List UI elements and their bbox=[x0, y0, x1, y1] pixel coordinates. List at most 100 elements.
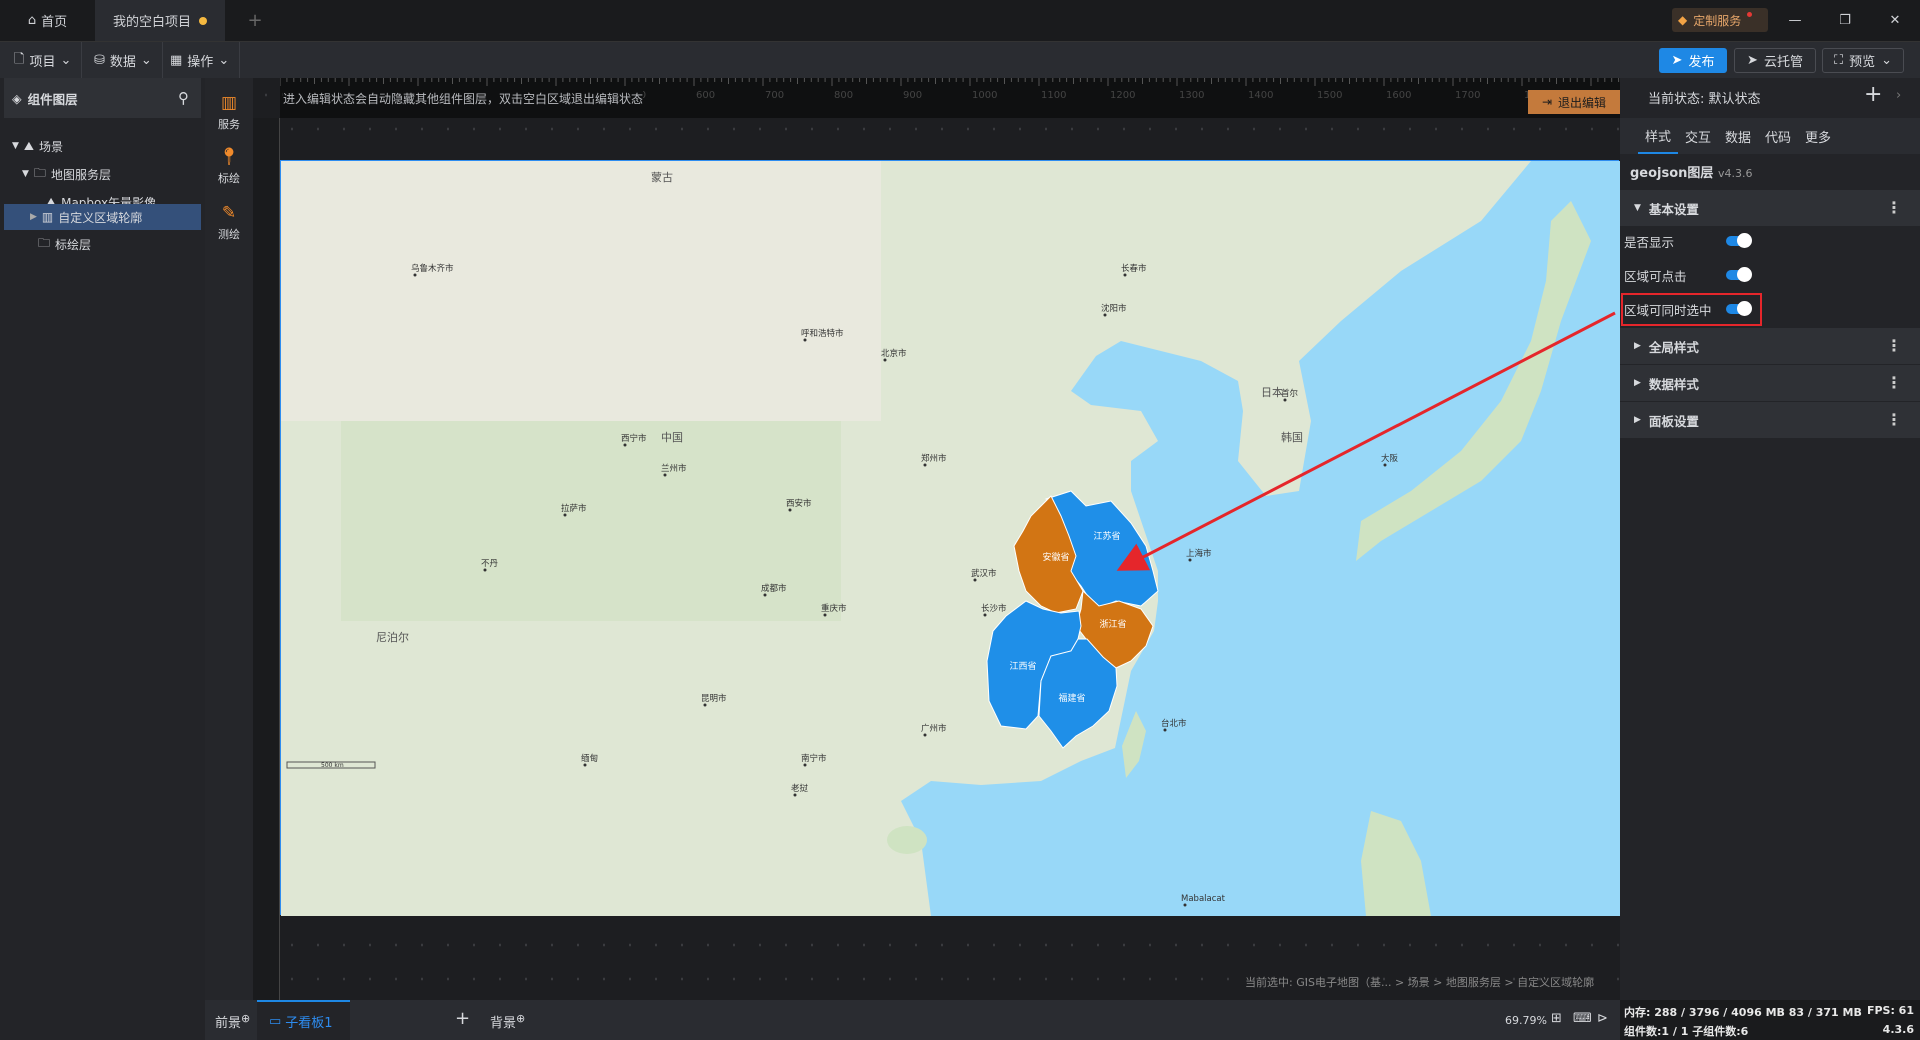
background-tab[interactable]: 背景⊕ bbox=[490, 1012, 525, 1031]
place-label: 南宁市 bbox=[801, 753, 827, 764]
more-icon[interactable]: ⋮ bbox=[1886, 375, 1902, 391]
layers-icon: ◈ bbox=[12, 90, 22, 106]
place-label: 昆明市 bbox=[701, 693, 727, 704]
project-menu[interactable]: 🗋 项目 ⌄ bbox=[4, 42, 83, 79]
place-label: 成都市 bbox=[761, 583, 787, 594]
place-label: 蒙古 bbox=[651, 171, 673, 184]
custom-service-button[interactable]: ◆ 定制服务 bbox=[1672, 8, 1768, 32]
ruler-label: 1100 bbox=[1041, 90, 1066, 101]
city-dot bbox=[563, 513, 567, 517]
tab-interaction[interactable]: 交互 bbox=[1678, 118, 1718, 154]
ruler-label: 1200 bbox=[1110, 90, 1135, 101]
tree-item-plot-layer[interactable]: 🗀 标绘层 bbox=[4, 230, 204, 258]
ruler-label: 800 bbox=[834, 90, 853, 101]
chevron-right-icon[interactable]: › bbox=[1896, 88, 1901, 103]
ruler-label: 1000 bbox=[972, 90, 997, 101]
close-button[interactable]: ✕ bbox=[1880, 0, 1910, 41]
toggle-row-clickable: 区域可点击 bbox=[1624, 260, 1752, 290]
city-dot bbox=[663, 473, 667, 477]
diamond-icon: ◆ bbox=[1678, 13, 1688, 27]
tab-data[interactable]: 数据 bbox=[1718, 118, 1758, 154]
edit-hint-text: 进入编辑状态会自动隐藏其他组件图层，双击空白区域退出编辑状态 bbox=[283, 90, 644, 107]
data-menu[interactable]: ⛁ 数据 ⌄ bbox=[84, 42, 163, 79]
more-icon[interactable]: ⋮ bbox=[1886, 412, 1902, 428]
file-icon: 🗋 bbox=[14, 51, 25, 67]
section-basic-settings[interactable]: ▼ 基本设置 ⋮ bbox=[1620, 190, 1920, 226]
measure-button[interactable]: ✎ 测绘 bbox=[205, 194, 253, 250]
caret-right-icon: ▶ bbox=[1634, 341, 1641, 351]
map-view[interactable]: 江苏省 安徽省 浙江省 江西省 福建省 蒙古 中国 日本 韩国 尼泊尔 北京市 西安市 武汉市 上海市 台北… bbox=[280, 160, 1620, 916]
add-circle-icon[interactable]: ⊕ bbox=[241, 1012, 250, 1025]
tree-item-map-service-layer[interactable]: ▼ 🗀 地图服务层 bbox=[4, 160, 204, 188]
fit-screen-icon[interactable]: ⊞ bbox=[1551, 1011, 1562, 1026]
place-label: 武汉市 bbox=[971, 568, 997, 579]
terminal-icon[interactable]: ⊳ bbox=[1597, 1011, 1608, 1026]
minimize-button[interactable]: — bbox=[1780, 0, 1810, 41]
editor-canvas[interactable]: 0100200300400500600700800900100011001200… bbox=[253, 78, 1620, 1000]
city-dot bbox=[973, 578, 977, 582]
map-icon: ▥ bbox=[41, 210, 54, 224]
clickable-toggle[interactable] bbox=[1726, 267, 1752, 282]
map-pin-icon: 📍︎ bbox=[218, 146, 240, 167]
ruler-label: 1500 bbox=[1317, 90, 1342, 101]
tab-project[interactable]: 我的空白项目 bbox=[95, 0, 225, 41]
add-tab-button[interactable]: + bbox=[235, 0, 275, 41]
component-title: geojson图层 v4.3.6 bbox=[1630, 166, 1753, 181]
add-circle-icon[interactable]: ⊕ bbox=[516, 1012, 525, 1025]
tab-sub-board[interactable]: ▭ 子看板1 bbox=[257, 1000, 350, 1040]
tab-home[interactable]: ⌂ 首页 bbox=[0, 0, 95, 41]
caret-down-icon: ▼ bbox=[22, 169, 29, 179]
tree-item-custom-region[interactable]: ▶ ▥ 自定义区域轮廓 bbox=[4, 204, 201, 230]
left-ruler bbox=[253, 118, 280, 1000]
foreground-tab[interactable]: 前景⊕ bbox=[215, 1012, 250, 1031]
add-board-button[interactable]: + bbox=[455, 1008, 470, 1029]
service-button[interactable]: ▥ 服务 bbox=[205, 84, 253, 140]
add-state-button[interactable]: + bbox=[1864, 82, 1882, 107]
city-dot bbox=[1103, 313, 1107, 317]
place-label: 不丹 bbox=[481, 559, 499, 569]
city-dot bbox=[883, 358, 887, 362]
place-label: 广州市 bbox=[921, 723, 947, 734]
chevron-down-icon: ⌄ bbox=[1881, 53, 1893, 68]
highlight-box bbox=[1621, 293, 1762, 326]
chevron-down-icon: ⌄ bbox=[140, 53, 152, 68]
city-dot bbox=[793, 793, 797, 797]
plot-button[interactable]: 📍︎ 标绘 bbox=[205, 138, 253, 194]
city-dot bbox=[1183, 903, 1187, 907]
grid-icon: ▦ bbox=[170, 53, 183, 68]
tab-style[interactable]: 样式 bbox=[1638, 118, 1678, 154]
unsaved-dot-icon bbox=[199, 16, 207, 25]
search-icon[interactable]: ⚲ bbox=[178, 89, 189, 107]
cloud-hosting-button[interactable]: ➤ 云托管 bbox=[1734, 48, 1816, 73]
place-label: 中国 bbox=[661, 431, 683, 444]
tab-code[interactable]: 代码 bbox=[1758, 118, 1798, 154]
tool-strip: ▥ 服务 📍︎ 标绘 ✎ 测绘 bbox=[205, 78, 253, 1000]
place-label: 呼和浩特市 bbox=[801, 328, 844, 339]
restore-button[interactable]: ❐ bbox=[1830, 0, 1860, 41]
city-dot bbox=[623, 443, 627, 447]
more-icon[interactable]: ⋮ bbox=[1886, 200, 1902, 216]
section-panel-settings[interactable]: ▶ 面板设置 ⋮ bbox=[1620, 402, 1920, 438]
city-dot bbox=[763, 593, 767, 597]
more-icon[interactable]: ⋮ bbox=[1886, 338, 1902, 354]
operate-menu[interactable]: ▦ 操作 ⌄ bbox=[160, 42, 241, 79]
exit-edit-button[interactable]: ⇥ 退出编辑 bbox=[1528, 90, 1620, 114]
tree-item-scene[interactable]: ▼ ⛰ 场景 bbox=[4, 132, 204, 160]
city-dot bbox=[983, 613, 987, 617]
tab-more[interactable]: 更多 bbox=[1798, 118, 1838, 154]
preview-button[interactable]: ⛶ 预览 ⌄ bbox=[1822, 48, 1904, 73]
send-icon: ➤ bbox=[1747, 53, 1758, 68]
visible-toggle[interactable] bbox=[1726, 233, 1752, 248]
map-svg[interactable]: 江苏省安徽省浙江省江西省福建省 蒙古中国 日本韩国尼泊尔 北京市西安市武汉市 上海市台北… bbox=[281, 161, 1620, 916]
keyboard-icon[interactable]: ⌨ bbox=[1573, 1011, 1592, 1026]
fullscreen-icon: ⛶ bbox=[1833, 53, 1844, 68]
section-data-style[interactable]: ▶ 数据样式 ⋮ bbox=[1620, 365, 1920, 401]
city-dot bbox=[413, 273, 417, 277]
publish-button[interactable]: ➤ 发布 bbox=[1659, 48, 1727, 73]
section-global-style[interactable]: ▶ 全局样式 ⋮ bbox=[1620, 328, 1920, 364]
city-dot bbox=[788, 508, 792, 512]
tab-bar: ⌂ 首页 我的空白项目 + ◆ 定制服务 — ❐ ✕ bbox=[0, 0, 1920, 41]
place-label: 上海市 bbox=[1186, 548, 1212, 559]
city-dot bbox=[803, 763, 807, 767]
property-panel: 当前状态: 默认状态 + › 样式 交互 数据 代码 更多 geojson图层 … bbox=[1620, 78, 1920, 1000]
